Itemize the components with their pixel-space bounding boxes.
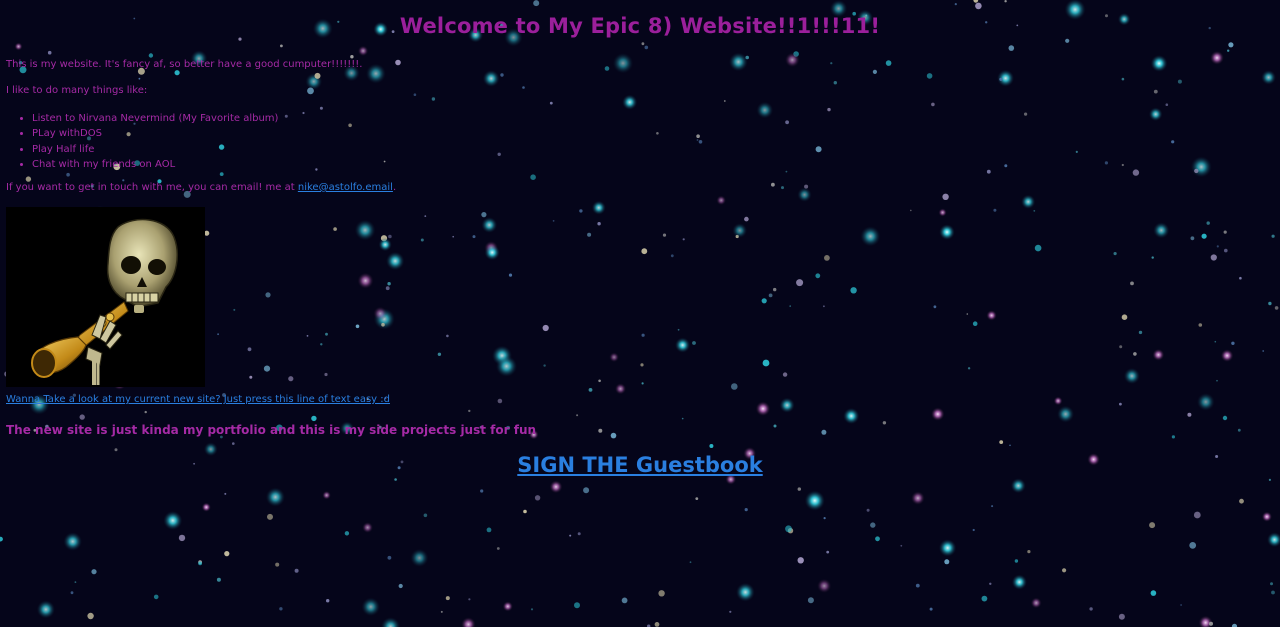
portfolio-note: The new site is just kinda my portfolio … <box>6 423 537 437</box>
skull-trumpet-icon <box>6 207 205 387</box>
email-link[interactable]: nike@astolfo.email <box>298 182 393 193</box>
contact-suffix: . <box>392 182 397 193</box>
guestbook-link-container: SIGN THE Guestbook <box>0 453 1280 477</box>
list-item: Chat with my friends on AOL <box>32 157 278 172</box>
likes-list: Listen to Nirvana Nevermind (My Favorite… <box>22 111 278 172</box>
guestbook-link[interactable]: SIGN THE Guestbook <box>517 453 762 477</box>
new-site-link[interactable]: Wanna Take a look at my current new site… <box>6 394 390 405</box>
likes-heading: I like to do many things like: <box>6 85 148 96</box>
contact-text: If you want to get in touch with me, you… <box>6 182 396 193</box>
list-item: Play Half life <box>32 142 278 157</box>
contact-prefix: If you want to get in touch with me, you… <box>6 182 298 193</box>
intro-text: This is my website. It's fancy af, so be… <box>6 59 363 70</box>
list-item: PLay withDOS <box>32 126 278 141</box>
page-title: Welcome to My Epic 8) Website!!1!!!11! <box>399 14 881 38</box>
list-item: Listen to Nirvana Nevermind (My Favorite… <box>32 111 278 126</box>
page-content: Welcome to My Epic 8) Website!!1!!!11! T… <box>0 0 1280 627</box>
